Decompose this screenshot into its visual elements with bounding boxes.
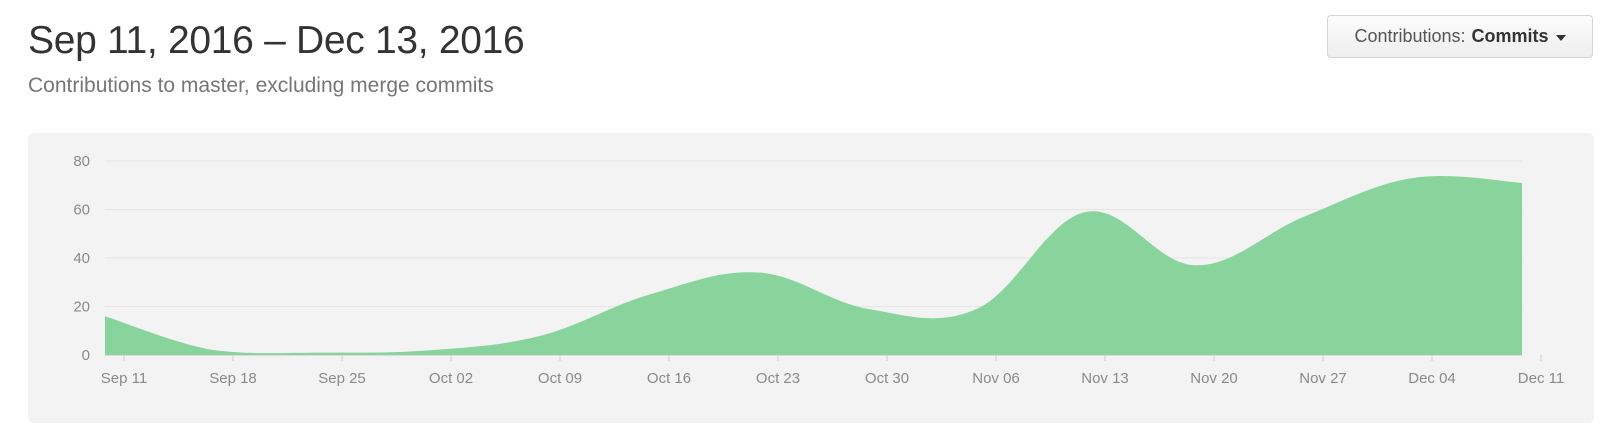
y-tick-label: 0 (82, 347, 90, 364)
x-tick-label: Oct 16 (647, 370, 691, 387)
page-title: Sep 11, 2016 – Dec 13, 2016 (28, 19, 525, 62)
y-tick-label: 80 (73, 153, 90, 170)
x-tick-label: Sep 25 (318, 370, 366, 387)
x-tick-label: Nov 20 (1190, 370, 1238, 387)
page-subtitle: Contributions to master, excluding merge… (28, 74, 494, 97)
y-tick-label: 20 (73, 299, 90, 316)
contributions-dropdown-button[interactable]: Contributions: Commits (1327, 15, 1593, 58)
x-tick-label: Nov 13 (1081, 370, 1129, 387)
y-tick-label: 60 (73, 202, 90, 219)
x-tick-label: Dec 11 (1518, 370, 1564, 387)
contributions-label: Contributions: (1354, 26, 1466, 46)
chart-panel: 0 20 40 60 80 Sep 11 Sep 18 Sep 25 Oct 02 Oct 09 O… (28, 133, 1594, 423)
commits-area-chart: 0 20 40 60 80 Sep 11 Sep 18 Sep 25 Oct 02 Oct 09 O… (73, 153, 1564, 387)
x-tick-label: Oct 23 (756, 370, 800, 387)
x-tick-label: Sep 11 (101, 370, 147, 387)
contributions-value: Commits (1471, 26, 1549, 46)
x-tick-label: Dec 04 (1408, 370, 1456, 387)
x-tick-label: Nov 06 (972, 370, 1020, 387)
x-tick-label: Oct 09 (538, 370, 582, 387)
commits-area (105, 176, 1522, 355)
y-tick-label: 40 (73, 250, 90, 267)
x-tick-label: Oct 02 (429, 370, 473, 387)
x-tick-label: Nov 27 (1299, 370, 1347, 387)
x-tick-label: Sep 18 (209, 370, 257, 387)
x-tick-label: Oct 30 (865, 370, 909, 387)
chevron-down-icon (1555, 34, 1566, 41)
